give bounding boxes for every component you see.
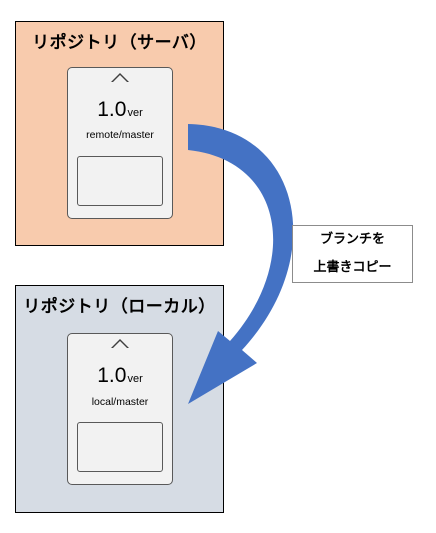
copy-callout: ブランチを 上書きコピー xyxy=(292,225,413,283)
callout-line-2: 上書きコピー xyxy=(313,260,392,275)
callout-line-1: ブランチを xyxy=(319,232,385,247)
copy-arrow-shape xyxy=(188,124,294,404)
